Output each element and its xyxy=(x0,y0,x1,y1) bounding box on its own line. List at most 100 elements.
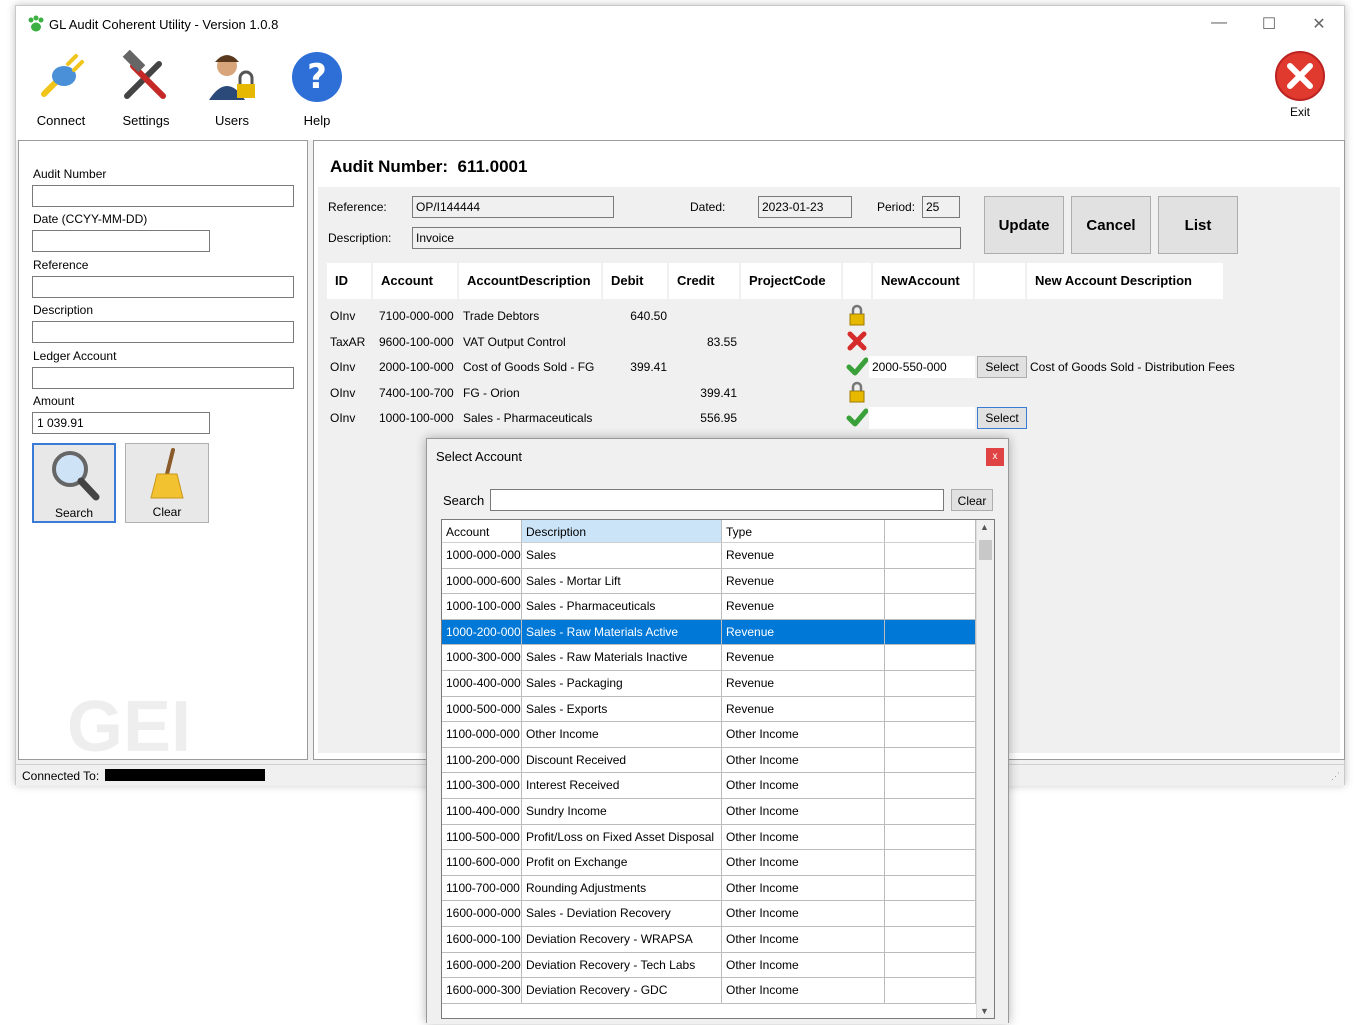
connect-button[interactable]: Connect xyxy=(26,50,96,128)
account-row[interactable]: 1100-200-000 Discount Received Other Incom… xyxy=(442,747,976,774)
update-button[interactable]: Update xyxy=(984,196,1064,254)
row-new-account-field[interactable] xyxy=(869,382,975,404)
account-row[interactable]: 1100-000-000 Other Income Other Income xyxy=(442,722,976,748)
dialog-close-button[interactable]: x xyxy=(986,448,1004,466)
account-row[interactable]: 1000-200-000 Sales - Raw Materials Active… xyxy=(442,619,976,646)
journal-row: OInv 7400-100-700 FG - Orion 399.41 xyxy=(318,381,1340,406)
dialog-title-bar: Select Account x xyxy=(427,439,1008,475)
ledger-account-field[interactable] xyxy=(32,367,294,389)
type-cell: Revenue xyxy=(722,568,885,594)
account-cell: 1600-000-200 xyxy=(442,952,522,978)
resize-grip-icon[interactable]: ⋰ xyxy=(1331,771,1340,782)
connect-label: Connect xyxy=(36,113,86,128)
amount-field[interactable]: 1 039.91 xyxy=(32,412,210,434)
scroll-up-icon[interactable]: ▲ xyxy=(980,522,989,532)
audit-number-field[interactable] xyxy=(32,185,294,207)
date-label: Date (CCYY-MM-DD) xyxy=(33,212,148,226)
settings-button[interactable]: Settings xyxy=(111,49,181,128)
dated-field[interactable]: 2023-01-23 xyxy=(758,196,852,218)
title-bar: GL Audit Coherent Utility - Version 1.0.… xyxy=(16,6,1344,44)
description-cell: Other Income xyxy=(522,722,722,747)
cross-icon xyxy=(846,330,868,352)
account-row[interactable]: 1600-000-200 Deviation Recovery - Tech La… xyxy=(442,952,976,979)
row-select-button[interactable]: Select xyxy=(977,356,1027,379)
account-cell: 1100-300-000 xyxy=(442,773,522,798)
ledger-account-label: Ledger Account xyxy=(33,349,117,363)
col-project-code-2: Code xyxy=(793,273,826,288)
minimize-button[interactable]: — xyxy=(1196,14,1242,32)
account-row[interactable]: 1000-500-000 Sales - Exports Revenue xyxy=(442,696,976,723)
row-id: OInv xyxy=(330,360,356,375)
col-account-description: Account Description xyxy=(459,263,601,299)
exit-button[interactable]: Exit xyxy=(1270,50,1330,119)
exit-icon xyxy=(1275,51,1325,101)
plug-icon xyxy=(41,54,84,97)
row-select-button[interactable]: Select xyxy=(977,407,1027,430)
date-field[interactable] xyxy=(32,230,210,252)
account-cell: 1600-000-300 xyxy=(442,978,522,1003)
blank-cell xyxy=(885,850,976,875)
account-row[interactable]: 1100-700-000 Rounding Adjustments Other In… xyxy=(442,875,976,902)
blank-cell xyxy=(885,696,976,722)
row-new-account-field[interactable]: 2000-550-000 xyxy=(869,356,975,379)
description-cell: Profit/Loss on Fixed Asset Disposal xyxy=(522,824,722,850)
dialog-search-input[interactable] xyxy=(490,489,944,511)
grid-header: Account Description Type xyxy=(442,520,976,543)
account-row[interactable]: 1100-600-000 Profit on Exchange Other Inco… xyxy=(442,850,976,876)
account-row[interactable]: 1000-400-000 Sales - Packaging Revenue xyxy=(442,671,976,697)
account-row[interactable]: 1600-000-300 Deviation Recovery - GDC Othe… xyxy=(442,978,976,1004)
account-row[interactable]: 1000-100-000 Sales - Pharmaceuticals Reven… xyxy=(442,594,976,620)
account-row[interactable]: 1100-400-000 Sundry Income Other Income xyxy=(442,799,976,825)
settings-label: Settings xyxy=(122,113,170,128)
scroll-thumb[interactable] xyxy=(979,540,992,560)
grid-col-type[interactable]: Type xyxy=(722,520,885,542)
account-row[interactable]: 1600-000-000 Sales - Deviation Recovery Ot… xyxy=(442,901,976,927)
dated-label: Dated: xyxy=(690,200,726,214)
row-new-account-field[interactable] xyxy=(869,331,975,353)
help-button[interactable]: ? Help xyxy=(282,50,352,128)
search-button[interactable]: Search xyxy=(32,443,116,523)
description-cell: Discount Received xyxy=(522,747,722,773)
account-row[interactable]: 1100-300-000 Interest Received Other Incom… xyxy=(442,773,976,799)
close-button[interactable]: ✕ xyxy=(1296,14,1342,34)
broom-icon xyxy=(150,448,184,499)
maximize-button[interactable]: ☐ xyxy=(1246,14,1292,34)
dialog-clear-button[interactable]: Clear xyxy=(951,489,993,511)
account-row[interactable]: 1000-000-000 Sales Revenue xyxy=(442,543,976,569)
amount-label: Amount xyxy=(33,394,75,408)
period-field[interactable]: 25 xyxy=(922,196,960,218)
blank-cell xyxy=(885,773,976,798)
clear-button[interactable]: Clear xyxy=(125,443,209,523)
blank-cell xyxy=(885,875,976,901)
lock-icon xyxy=(846,304,868,326)
type-cell: Revenue xyxy=(722,619,885,645)
type-cell: Other Income xyxy=(722,799,885,824)
window-title: GL Audit Coherent Utility - Version 1.0.… xyxy=(49,17,279,32)
type-cell: Other Income xyxy=(722,773,885,798)
grid-col-description[interactable]: Description xyxy=(522,520,722,542)
cancel-button[interactable]: Cancel xyxy=(1071,196,1151,254)
description-cell: Deviation Recovery - Tech Labs xyxy=(522,952,722,978)
grid-scrollbar[interactable]: ▲ ▼ xyxy=(976,520,994,1018)
description-field[interactable]: Invoice xyxy=(412,227,961,249)
row-new-account-field[interactable] xyxy=(869,305,975,327)
scroll-down-icon[interactable]: ▼ xyxy=(980,1006,989,1016)
paw-icon xyxy=(28,15,44,32)
row-new-account-field[interactable] xyxy=(869,407,975,430)
account-row[interactable]: 1100-500-000 Profit/Loss on Fixed Asset D… xyxy=(442,824,976,851)
account-cell: 1000-100-000 xyxy=(442,594,522,619)
users-label: Users xyxy=(215,113,249,128)
users-button[interactable]: Users xyxy=(197,50,267,128)
account-cell: 1000-000-000 xyxy=(442,543,522,568)
account-row[interactable]: 1000-300-000 Sales - Raw Materials Inacti… xyxy=(442,645,976,671)
reference-field[interactable] xyxy=(32,276,294,298)
description-cell: Deviation Recovery - WRAPSA xyxy=(522,927,722,952)
grid-col-account[interactable]: Account xyxy=(442,520,522,542)
account-row[interactable]: 1000-000-600 Sales - Mortar Lift Revenue xyxy=(442,568,976,595)
row-description: VAT Output Control xyxy=(463,334,566,349)
reference-field[interactable]: OP/I144444 xyxy=(412,196,614,218)
description-field[interactable] xyxy=(32,321,294,343)
list-button[interactable]: List xyxy=(1158,196,1238,254)
account-cell: 1100-400-000 xyxy=(442,799,522,824)
account-row[interactable]: 1600-000-100 Deviation Recovery - WRAPSA O… xyxy=(442,927,976,953)
